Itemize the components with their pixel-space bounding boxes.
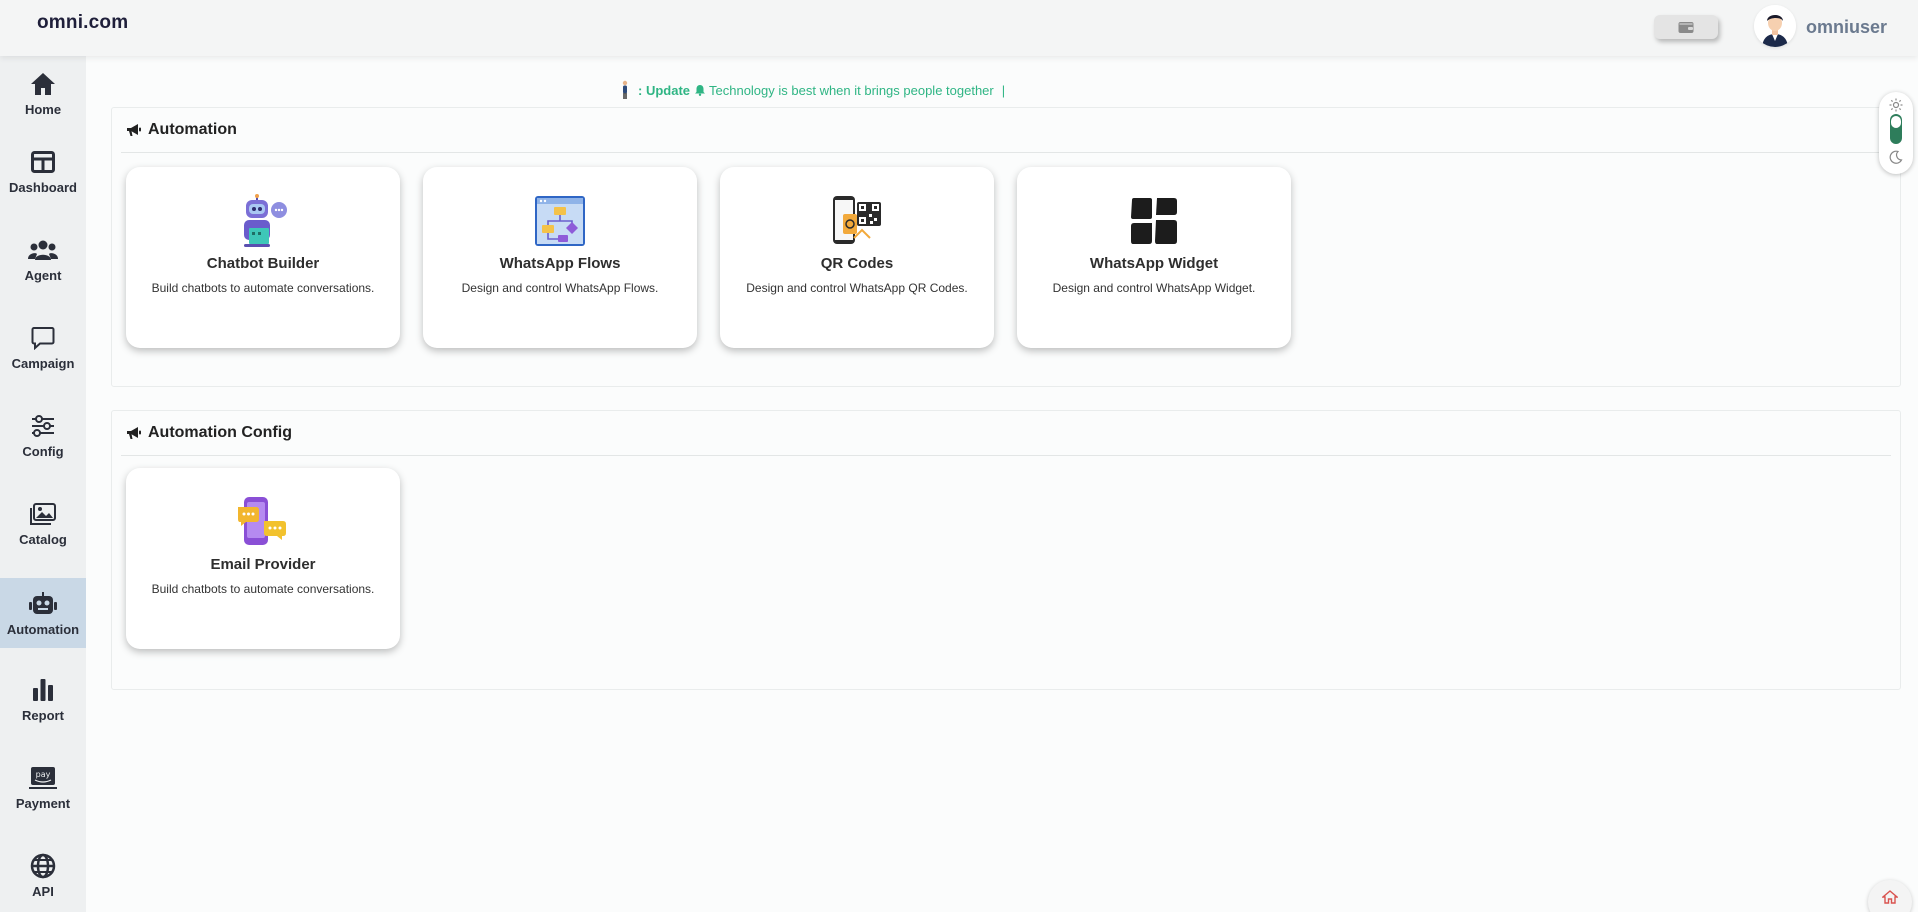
card-description: Design and control WhatsApp Flows.	[461, 281, 659, 295]
card-description: Design and control WhatsApp QR Codes.	[746, 281, 968, 295]
sidebar-item-home[interactable]: Home	[0, 58, 86, 128]
payment-icon: pay	[29, 764, 57, 792]
card-title: Chatbot Builder	[206, 255, 320, 272]
brand-logo[interactable]: omni.com	[37, 12, 128, 34]
update-marquee: : Update Technology is best when it brin…	[618, 80, 1005, 100]
theme-toggle[interactable]	[1879, 92, 1913, 174]
home-icon	[30, 70, 56, 98]
wallet-button[interactable]	[1654, 15, 1718, 39]
card-title: WhatsApp Flows	[499, 255, 621, 272]
person-walking-icon	[622, 80, 628, 99]
top-header: omni.com omniuser	[0, 0, 1918, 56]
divider	[121, 152, 1891, 153]
dashboard-icon	[31, 148, 55, 176]
update-prefix: : Update	[638, 82, 690, 98]
automation-config-panel: Automation Config Email Provider Build c…	[111, 410, 1901, 690]
sidebar-item-automation[interactable]: Automation	[0, 578, 86, 648]
megaphone-icon	[127, 124, 141, 136]
section-title: Automation Config	[148, 424, 292, 441]
update-message: Technology is best when it brings people…	[709, 82, 994, 98]
widget-icon	[1127, 195, 1181, 247]
wallet-icon	[1678, 21, 1694, 33]
card-qr-codes[interactable]: QR Codes Design and control WhatsApp QR …	[720, 167, 994, 348]
bell-icon	[695, 85, 705, 96]
card-description: Build chatbots to automate conversations…	[151, 281, 375, 295]
card-chatbot-builder[interactable]: Chatbot Builder Build chatbots to automa…	[126, 167, 400, 348]
agent-icon	[28, 236, 58, 264]
sidebar-item-label: Payment	[15, 795, 71, 811]
flows-icon	[533, 195, 587, 247]
card-whatsapp-flows[interactable]: WhatsApp Flows Design and control WhatsA…	[423, 167, 697, 348]
sidebar-item-config[interactable]: Config	[0, 400, 86, 470]
section-title: Automation	[148, 121, 237, 138]
sidebar-item-label: Home	[24, 101, 62, 117]
sidebar-item-label: Catalog	[19, 531, 67, 547]
sidebar-item-label: Agent	[24, 267, 62, 283]
qr-code-icon	[830, 195, 884, 247]
catalog-icon	[30, 500, 56, 528]
panel-title-automation: Automation	[126, 121, 237, 139]
card-title: QR Codes	[820, 255, 894, 272]
card-email-provider[interactable]: Email Provider Build chatbots to automat…	[126, 468, 400, 649]
api-icon	[30, 852, 56, 880]
update-cursor: |	[1001, 82, 1006, 98]
sidebar-item-campaign[interactable]: Campaign	[0, 312, 86, 382]
email-provider-icon	[236, 496, 290, 548]
svg-text:pay: pay	[36, 770, 51, 779]
user-avatar[interactable]	[1754, 5, 1796, 47]
card-description: Design and control WhatsApp Widget.	[1052, 281, 1256, 295]
sidebar-item-agent[interactable]: Agent	[0, 224, 86, 294]
config-icon	[31, 412, 55, 440]
sidebar-item-api[interactable]: API	[0, 840, 86, 910]
sidebar-item-label: Campaign	[11, 355, 75, 371]
sidebar-item-label: Report	[22, 707, 64, 723]
sidebar-item-report[interactable]: Report	[0, 664, 86, 734]
sun-icon	[1889, 98, 1903, 112]
megaphone-icon	[127, 427, 141, 439]
card-whatsapp-widget[interactable]: WhatsApp Widget Design and control Whats…	[1017, 167, 1291, 348]
card-description: Build chatbots to automate conversations…	[151, 582, 375, 596]
report-icon	[32, 676, 54, 704]
moon-icon	[1889, 150, 1903, 164]
sidebar-item-label: Automation	[6, 621, 80, 637]
campaign-icon	[31, 324, 55, 352]
card-title: WhatsApp Widget	[1089, 255, 1219, 272]
automation-icon	[29, 590, 57, 618]
panel-title-automation-config: Automation Config	[126, 424, 292, 442]
sidebar-item-payment[interactable]: pay Payment	[0, 752, 86, 822]
floating-home-button[interactable]	[1868, 880, 1912, 912]
user-avatar-icon	[1754, 5, 1796, 47]
toggle-knob[interactable]	[1891, 116, 1901, 128]
automation-panel: Automation Chatbot Builder Build chatbot…	[111, 107, 1901, 387]
sidebar: Home Dashboard Agent Campaign Config Cat…	[0, 56, 86, 912]
sidebar-item-label: API	[32, 883, 54, 899]
sidebar-item-label: Config	[22, 443, 64, 459]
sidebar-item-catalog[interactable]: Catalog	[0, 488, 86, 558]
chatbot-robot-icon	[236, 194, 290, 247]
sidebar-item-label: Dashboard	[9, 179, 77, 195]
home-icon	[1882, 890, 1898, 904]
sidebar-item-dashboard[interactable]: Dashboard	[0, 136, 86, 206]
username[interactable]: omniuser	[1806, 17, 1887, 38]
card-title: Email Provider	[210, 556, 316, 573]
divider	[121, 455, 1891, 456]
